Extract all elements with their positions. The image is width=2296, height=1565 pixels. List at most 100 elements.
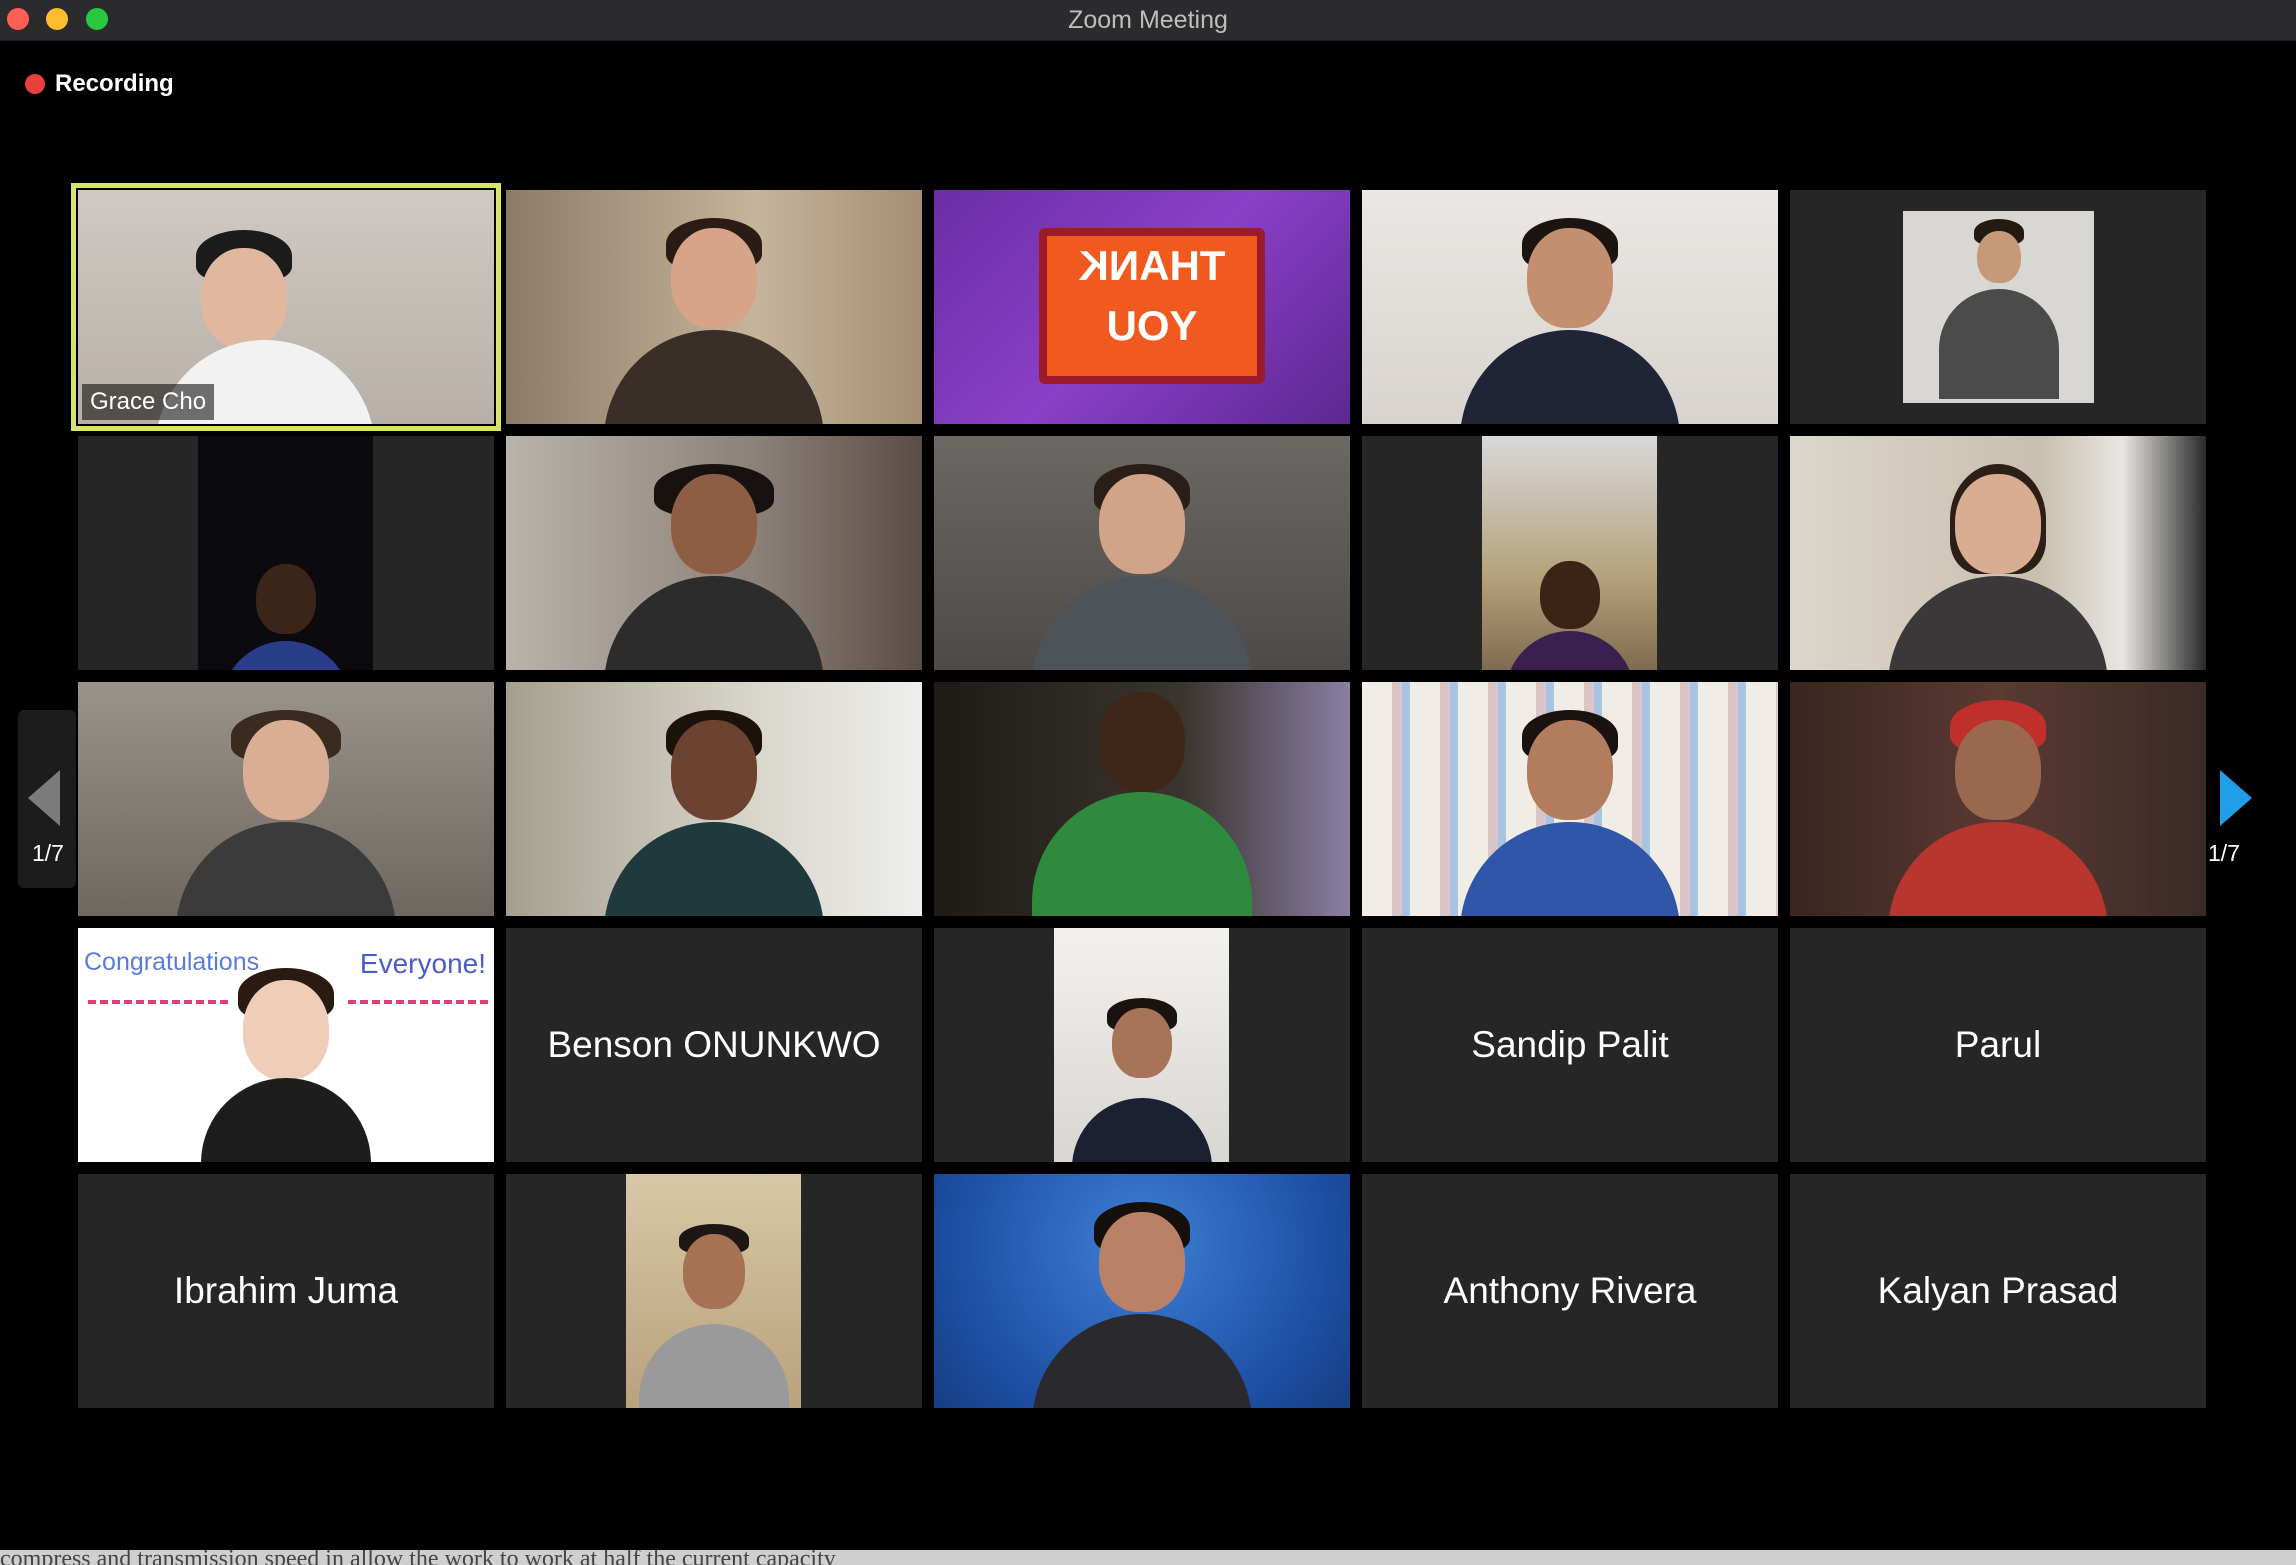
person-shape (1460, 822, 1680, 916)
thank-you-line: THANK (1078, 242, 1226, 289)
person-shape (243, 980, 329, 1080)
participant-tile[interactable] (78, 436, 494, 670)
participant-tile[interactable] (1790, 436, 2206, 670)
participant-video (1790, 682, 2206, 916)
participant-tile[interactable] (506, 1174, 922, 1408)
thank-you-line: YOU (1106, 302, 1198, 349)
arrow-left-icon (28, 770, 60, 826)
title-bar: Zoom Meeting (0, 0, 2296, 41)
participant-video: Congratulations Everyone! (78, 928, 494, 1162)
participant-name: Sandip Palit (1471, 1024, 1669, 1065)
person-shape (1938, 289, 2059, 399)
person-shape (1888, 822, 2108, 916)
participant-tile[interactable] (934, 1174, 1350, 1408)
person-shape (682, 1234, 745, 1309)
person-shape (1527, 720, 1613, 820)
person-shape (604, 576, 824, 670)
participant-tile[interactable] (934, 682, 1350, 916)
participant-video (934, 1174, 1350, 1408)
person-shape (638, 1324, 789, 1408)
participant-name: Benson ONUNKWO (547, 1024, 881, 1065)
person-shape (1504, 631, 1635, 670)
participant-tile-benson-onunkwo[interactable]: Benson ONUNKWO (506, 928, 922, 1162)
participant-name: Ibrahim Juma (173, 1270, 399, 1311)
person-shape (1460, 330, 1680, 424)
recording-label: Recording (55, 70, 174, 97)
participant-name: Kalyan Prasad (1877, 1270, 2119, 1311)
person-shape (201, 248, 288, 348)
person-shape (1888, 576, 2108, 670)
participant-video (506, 682, 922, 916)
participant-video (78, 682, 494, 916)
person-shape (255, 564, 316, 634)
congratulations-text: Congratulations (84, 948, 260, 976)
participant-video (1362, 190, 1778, 424)
participant-tile[interactable] (1362, 436, 1778, 670)
participant-tile[interactable] (506, 682, 922, 916)
person-shape (1099, 474, 1185, 574)
recording-dot-icon (25, 74, 45, 94)
background-window-strip: compress and transmission speed in allow… (0, 1550, 2296, 1565)
participant-tile[interactable] (506, 190, 922, 424)
participant-tile-anthony-rivera[interactable]: Anthony Rivera (1362, 1174, 1778, 1408)
participant-tile[interactable]: THANK YOU (934, 190, 1350, 424)
bunting-decoration (88, 1000, 228, 1004)
participant-tile[interactable]: Congratulations Everyone! (78, 928, 494, 1162)
participant-tile-ibrahim-juma[interactable]: Ibrahim Juma (78, 1174, 494, 1408)
participant-video (934, 436, 1350, 670)
person-shape (604, 330, 824, 424)
participant-tile-kalyan-prasad[interactable]: Kalyan Prasad (1790, 1174, 2206, 1408)
bunting-decoration (348, 1000, 488, 1004)
person-shape (1539, 561, 1600, 629)
participant-name: Anthony Rivera (1443, 1270, 1697, 1311)
participant-tile[interactable] (1362, 682, 1778, 916)
participant-tile[interactable] (1362, 190, 1778, 424)
person-shape (604, 822, 824, 916)
participant-tile[interactable] (1790, 190, 2206, 424)
background-window-text: compress and transmission speed in allow… (0, 1550, 836, 1565)
person-shape (1071, 1098, 1212, 1162)
person-shape (201, 1078, 371, 1162)
participant-video (1903, 211, 2094, 403)
participant-video: THANK YOU (934, 190, 1350, 424)
thank-you-sign: THANK YOU (1039, 228, 1265, 384)
person-shape (1032, 792, 1252, 916)
participant-tile[interactable] (934, 436, 1350, 670)
participant-video (934, 682, 1350, 916)
participant-video (1054, 928, 1229, 1162)
participant-tile[interactable] (78, 682, 494, 916)
participant-video (1790, 436, 2206, 670)
participant-video (626, 1174, 801, 1408)
participant-video (1482, 436, 1657, 670)
participant-video (506, 436, 922, 670)
person-shape (1527, 228, 1613, 328)
participant-name: Parul (1954, 1024, 2042, 1065)
next-page-button[interactable]: 1/7 (2176, 710, 2252, 888)
person-shape (671, 720, 757, 820)
participant-tile-grace-cho[interactable]: Grace Cho (71, 183, 501, 431)
participant-tile-sandip-palit[interactable]: Sandip Palit (1362, 928, 1778, 1162)
participant-name-tag: Grace Cho (82, 384, 215, 420)
page-indicator-left: 1/7 (32, 840, 64, 866)
previous-page-button[interactable]: 1/7 (18, 710, 76, 888)
participant-tile-parul[interactable]: Parul (1790, 928, 2206, 1162)
person-shape (1099, 1212, 1185, 1312)
window-title: Zoom Meeting (1068, 6, 1228, 34)
person-shape (243, 720, 329, 820)
recording-indicator[interactable]: Recording (25, 70, 174, 98)
participant-tile[interactable] (934, 928, 1350, 1162)
person-shape (1955, 720, 2041, 820)
person-shape (1955, 474, 2041, 574)
person-shape (671, 228, 757, 328)
person-shape (1099, 692, 1185, 792)
page-indicator-right: 1/7 (2208, 840, 2240, 866)
participant-video (1362, 682, 1778, 916)
person-shape (1976, 231, 2021, 283)
person-shape (1111, 1008, 1172, 1078)
person-shape (176, 822, 396, 916)
participant-tile[interactable] (506, 436, 922, 670)
arrow-right-icon (2220, 770, 2252, 826)
person-shape (1032, 1314, 1252, 1408)
person-shape (1032, 576, 1252, 670)
participant-tile[interactable] (1790, 682, 2206, 916)
